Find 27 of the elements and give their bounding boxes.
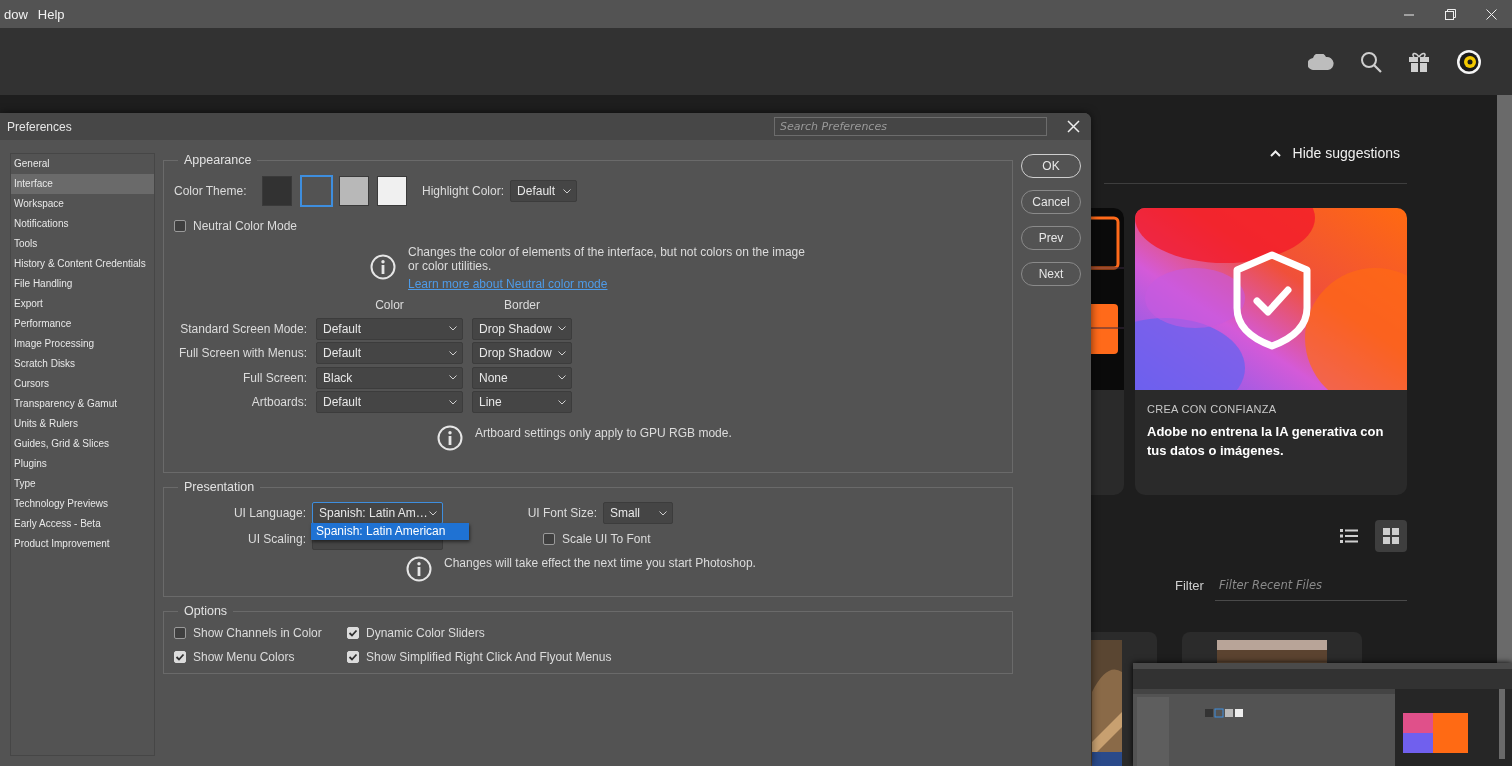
info-text: Changes the color of elements of the interface, but not colors on the image or color utilities. <box>408 245 806 273</box>
checkbox-label: Dynamic Color Sliders <box>366 626 485 640</box>
dialog-title: Preferences <box>7 119 72 134</box>
field-label: Standard Screen Mode: <box>179 321 307 336</box>
group-title: Appearance <box>183 153 253 167</box>
field-label: Color Theme: <box>174 184 248 198</box>
checkbox-label: Show Simplified Right Click And Flyout Menus <box>366 650 612 664</box>
checkbox-label: Neutral Color Mode <box>193 219 298 233</box>
field-label: Artboards: <box>250 395 307 409</box>
checkbox-label: Show Channels in Color <box>193 626 322 640</box>
info-text: Artboard settings only apply to GPU RGB mode. <box>475 426 732 440</box>
field-label: Full Screen with Menus: <box>177 346 307 360</box>
group-title: Options <box>183 604 229 618</box>
field-label: UI Font Size: <box>526 506 597 520</box>
filter-label: Filter <box>1175 577 1205 593</box>
field-label: UI Language: <box>232 506 306 520</box>
checkbox-label: Show Menu Colors <box>193 650 295 664</box>
field-label: UI Scaling: <box>246 532 306 546</box>
group-title: Presentation <box>183 480 256 494</box>
field-label: Highlight Color: <box>422 184 505 198</box>
checkbox-label: Scale UI To Font <box>562 532 651 546</box>
card-eyebrow: CREA CON CONFIANZA <box>1147 403 1278 415</box>
field-label: Full Screen: <box>241 370 307 385</box>
info-text: Changes will take effect the next time you start Photoshop. <box>444 556 756 570</box>
card-headline: Adobe no entrena la IA generativa con tus datos o imágenes. <box>1147 423 1385 460</box>
column-header: Color <box>374 298 405 314</box>
column-header: Border <box>503 298 541 314</box>
